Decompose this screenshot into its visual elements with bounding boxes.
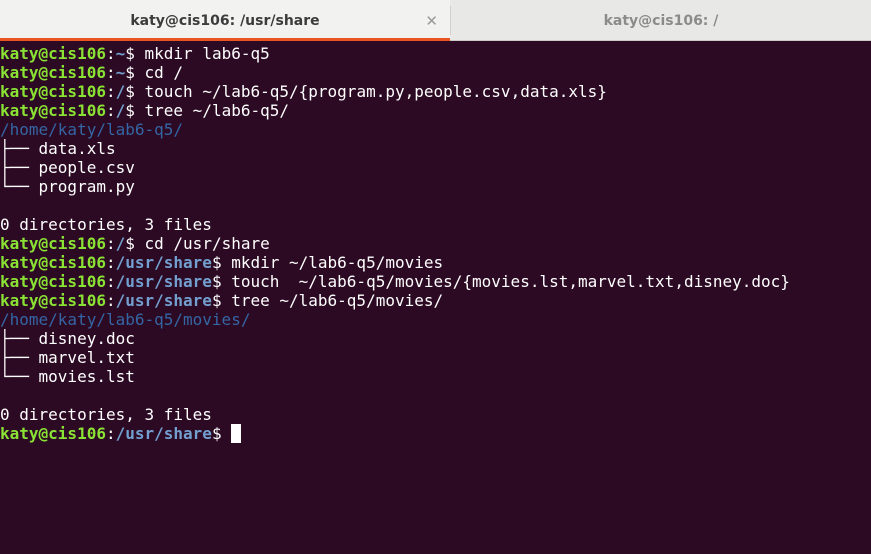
prompt-user: katy@cis106 <box>0 291 106 310</box>
command-text: mkdir ~/lab6-q5/movies <box>231 253 444 272</box>
command-text: cd / <box>144 63 184 82</box>
prompt-symbol: $ <box>211 253 232 272</box>
prompt-user: katy@cis106 <box>0 234 106 253</box>
prompt-line: katy@cis106:/$ tree ~/lab6-q5/ <box>0 101 871 120</box>
command-text: cd /usr/share <box>144 234 270 253</box>
output-text: ├── people.csv <box>0 158 135 177</box>
tab-title: katy@cis106: /usr/share <box>130 12 320 29</box>
prompt-colon: : <box>105 44 116 63</box>
tab-usr-share[interactable]: katy@cis106: /usr/share ✕ <box>0 0 450 41</box>
prompt-symbol: $ <box>125 101 145 120</box>
output-text: 0 directories, 3 files <box>0 405 212 424</box>
output-line: 0 directories, 3 files <box>0 405 871 424</box>
prompt-line: katy@cis106:/usr/share$ <box>0 424 871 443</box>
prompt-colon: : <box>105 234 116 253</box>
prompt-line: katy@cis106:/usr/share$ tree ~/lab6-q5/m… <box>0 291 871 310</box>
prompt-user: katy@cis106 <box>0 82 106 101</box>
prompt-symbol: $ <box>211 291 232 310</box>
prompt-path: / <box>115 234 126 253</box>
prompt-user: katy@cis106 <box>0 272 106 291</box>
prompt-path: /usr/share <box>115 291 212 310</box>
prompt-line: katy@cis106:~$ mkdir lab6-q5 <box>0 44 871 63</box>
output-line: ├── marvel.txt <box>0 348 871 367</box>
prompt-user: katy@cis106 <box>0 101 106 120</box>
directory-path: /home/katy/lab6-q5/ <box>0 120 184 139</box>
command-text: touch ~/lab6-q5/{program.py,people.csv,d… <box>144 82 607 101</box>
output-line: 0 directories, 3 files <box>0 215 871 234</box>
tab-root[interactable]: katy@cis106: / <box>451 0 871 41</box>
directory-path: /home/katy/lab6-q5/movies/ <box>0 310 251 329</box>
prompt-colon: : <box>105 253 116 272</box>
prompt-symbol: $ <box>125 234 145 253</box>
prompt-colon: : <box>105 272 116 291</box>
prompt-colon: : <box>105 291 116 310</box>
prompt-user: katy@cis106 <box>0 253 106 272</box>
prompt-colon: : <box>105 424 116 443</box>
output-text: └── program.py <box>0 177 135 196</box>
output-text: 0 directories, 3 files <box>0 215 212 234</box>
terminal-output[interactable]: katy@cis106:~$ mkdir lab6-q5 katy@cis106:… <box>0 41 871 554</box>
prompt-symbol: $ <box>211 424 232 443</box>
tab-title: katy@cis106: / <box>603 12 719 29</box>
output-line: └── program.py <box>0 177 871 196</box>
prompt-symbol: $ <box>211 272 232 291</box>
prompt-line: katy@cis106:/$ touch ~/lab6-q5/{program.… <box>0 82 871 101</box>
prompt-line: katy@cis106:/$ cd /usr/share <box>0 234 871 253</box>
command-text: tree ~/lab6-q5/ <box>144 101 290 120</box>
output-text: ├── data.xls <box>0 139 116 158</box>
prompt-path: / <box>115 101 126 120</box>
prompt-path: /usr/share <box>115 424 212 443</box>
prompt-path: / <box>115 82 126 101</box>
prompt-line: katy@cis106:/usr/share$ touch ~/lab6-q5/… <box>0 272 871 291</box>
prompt-path: ~ <box>115 63 126 82</box>
command-text: tree ~/lab6-q5/movies/ <box>231 291 444 310</box>
prompt-colon: : <box>105 63 116 82</box>
prompt-user: katy@cis106 <box>0 424 106 443</box>
prompt-symbol: $ <box>125 82 145 101</box>
text-cursor[interactable] <box>231 424 242 443</box>
output-text: ├── marvel.txt <box>0 348 135 367</box>
output-line: ├── disney.doc <box>0 329 871 348</box>
tab-bar: katy@cis106: /usr/share ✕ katy@cis106: / <box>0 0 871 41</box>
prompt-line: katy@cis106:/usr/share$ mkdir ~/lab6-q5/… <box>0 253 871 272</box>
output-line: ├── data.xls <box>0 139 871 158</box>
output-line: ├── people.csv <box>0 158 871 177</box>
prompt-path: /usr/share <box>115 253 212 272</box>
close-icon[interactable]: ✕ <box>425 0 438 41</box>
command-text: mkdir lab6-q5 <box>144 44 270 63</box>
prompt-colon: : <box>105 82 116 101</box>
prompt-user: katy@cis106 <box>0 44 106 63</box>
directory-line: /home/katy/lab6-q5/movies/ <box>0 310 871 329</box>
output-line: └── movies.lst <box>0 367 871 386</box>
directory-line: /home/katy/lab6-q5/ <box>0 120 871 139</box>
prompt-line: katy@cis106:~$ cd / <box>0 63 871 82</box>
command-text: touch ~/lab6-q5/movies/{movies.lst,marve… <box>231 272 790 291</box>
prompt-symbol: $ <box>125 63 145 82</box>
prompt-symbol: $ <box>125 44 145 63</box>
output-text: └── movies.lst <box>0 367 135 386</box>
prompt-user: katy@cis106 <box>0 63 106 82</box>
output-text: ├── disney.doc <box>0 329 135 348</box>
prompt-colon: : <box>105 101 116 120</box>
prompt-path: /usr/share <box>115 272 212 291</box>
prompt-path: ~ <box>115 44 126 63</box>
